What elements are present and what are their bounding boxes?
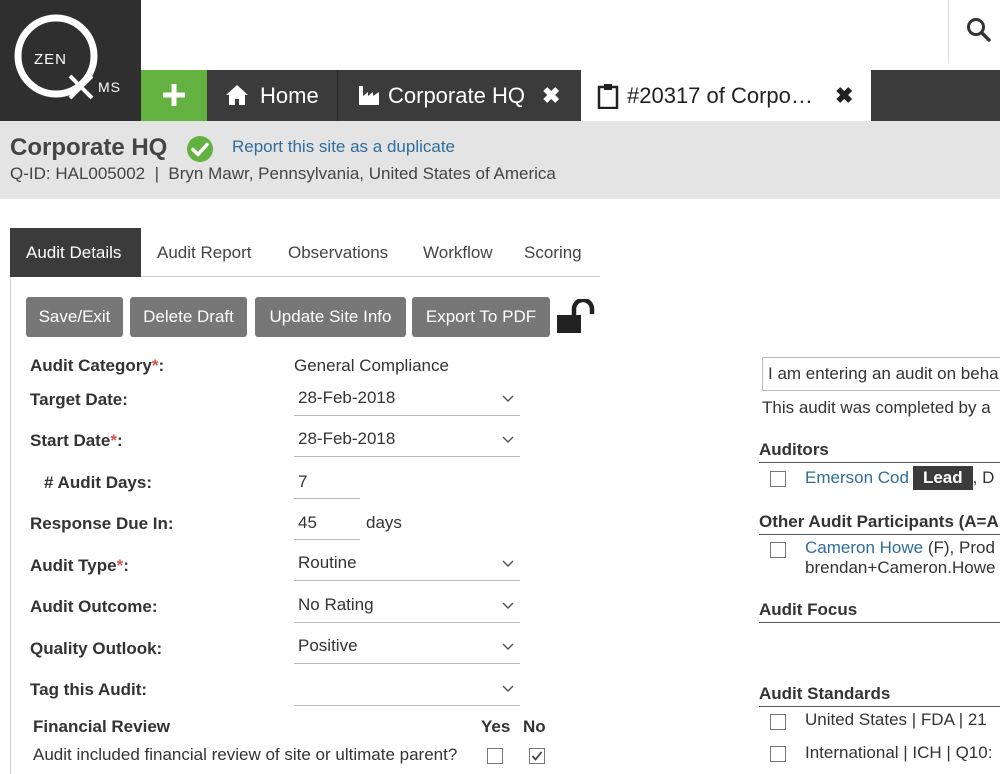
response-due-label: Response Due In: (30, 514, 174, 533)
verified-check-icon (187, 136, 213, 162)
chevron-down-icon (502, 602, 514, 610)
financial-yes-checkbox[interactable] (487, 748, 503, 764)
auditor-row: Emerson Cod Lead, D (805, 466, 994, 490)
add-tab-button[interactable] (141, 70, 207, 121)
target-date-picker[interactable]: 28-Feb-2018 (294, 382, 520, 416)
audit-category-label: Audit Category*: (30, 356, 165, 375)
behalf-select[interactable]: I am entering an audit on beha (762, 357, 1000, 391)
start-date-label: Start Date*: (30, 431, 123, 450)
target-date-label: Target Date: (30, 390, 128, 409)
delete-draft-button[interactable]: Delete Draft (130, 297, 247, 337)
top-bar: ZEN MS Home Corporate HQ ✖ #20317 of Cor… (0, 0, 1000, 121)
standard-checkbox[interactable] (770, 714, 786, 730)
search-icon (967, 18, 991, 42)
plus-icon (163, 84, 185, 106)
close-icon[interactable]: ✖ (835, 70, 853, 121)
participant-email: brendan+Cameron.Howe (805, 558, 996, 577)
page-title: Corporate HQ (10, 134, 168, 161)
audit-details-form: Save/Exit Delete Draft Update Site Info … (10, 277, 600, 774)
tab-home-label: Home (260, 83, 319, 108)
audit-standards-heading: Audit Standards (759, 684, 1000, 707)
tab-home[interactable]: Home (207, 70, 337, 121)
logo-text-ms: MS (98, 79, 121, 95)
auditor-link[interactable]: Emerson Cod (805, 468, 909, 487)
participant-checkbox[interactable] (770, 542, 786, 558)
tab-audit-report[interactable]: Audit Report (157, 228, 252, 277)
tab-audit-20317[interactable]: #20317 of Corpo… ✖ (581, 70, 871, 121)
tab-audit-label: #20317 of Corpo… (627, 83, 813, 108)
report-duplicate-link[interactable]: Report this site as a duplicate (232, 137, 455, 157)
quality-outlook-label: Quality Outlook: (30, 639, 163, 658)
unlocked-icon[interactable] (556, 299, 598, 335)
clipboard-icon (597, 84, 619, 109)
chevron-down-icon (502, 685, 514, 693)
start-date-picker[interactable]: 28-Feb-2018 (294, 423, 520, 457)
site-subtitle: Q-ID: HAL005002 | Bryn Mawr, Pennsylvani… (10, 164, 556, 183)
chevron-down-icon (502, 436, 514, 444)
financial-no-checkbox[interactable] (529, 748, 545, 764)
logo-text-zen: ZEN (34, 51, 67, 68)
tag-audit-label: Tag this Audit: (30, 680, 148, 699)
quality-outlook-select[interactable]: Positive (294, 630, 520, 664)
update-site-info-button[interactable]: Update Site Info (255, 297, 406, 337)
save-exit-button[interactable]: Save/Exit (26, 297, 123, 337)
audit-type-select[interactable]: Routine (294, 547, 520, 581)
audit-type-label: Audit Type*: (30, 556, 129, 575)
auditors-heading: Auditors (759, 440, 1000, 463)
tab-corporate-hq[interactable]: Corporate HQ ✖ (337, 70, 578, 121)
standard-item: International | ICH | Q10: (805, 743, 993, 762)
audit-outcome-select[interactable]: No Rating (294, 589, 520, 623)
site-header: Corporate HQ Report this site as a dupli… (0, 121, 1000, 199)
response-due-input[interactable]: 45 (294, 506, 360, 540)
audit-nav-tabs: Audit Details Audit Report Observations … (10, 228, 600, 277)
chevron-down-icon (502, 560, 514, 568)
financial-review-question: Audit included financial review of site … (33, 745, 458, 764)
tab-workflow[interactable]: Workflow (423, 228, 493, 277)
home-icon (226, 85, 248, 105)
tab-scoring[interactable]: Scoring (524, 228, 582, 277)
financial-yes-header: Yes (481, 717, 511, 736)
tab-audit-details[interactable]: Audit Details (10, 228, 141, 277)
auditor-checkbox[interactable] (770, 471, 786, 487)
response-due-unit: days (366, 513, 402, 532)
financial-no-header: No (523, 717, 546, 736)
audit-focus-heading: Audit Focus (759, 600, 1000, 623)
audit-sidebar-panel: I am entering an audit on beha This audi… (759, 357, 1000, 774)
tab-observations[interactable]: Observations (288, 228, 388, 277)
zenqms-logo[interactable]: ZEN MS (0, 0, 141, 121)
audit-category-value: General Compliance (294, 356, 449, 375)
search-button[interactable] (948, 0, 1000, 63)
lead-badge: Lead (912, 466, 973, 490)
participant-row: Cameron Howe (F), Prod (805, 538, 995, 557)
standard-item: United States | FDA | 21 (805, 710, 987, 729)
chevron-down-icon (502, 643, 514, 651)
factory-icon (359, 86, 379, 105)
audit-days-input[interactable]: 7 (294, 465, 360, 499)
audit-days-label: # Audit Days: (44, 473, 153, 492)
financial-review-heading: Financial Review (33, 717, 170, 736)
tab-corporate-hq-label: Corporate HQ (388, 83, 525, 108)
audit-outcome-label: Audit Outcome: (30, 597, 158, 616)
completed-by-text: This audit was completed by a (762, 398, 991, 417)
standard-checkbox[interactable] (770, 746, 786, 762)
tag-audit-select[interactable] (294, 672, 520, 706)
workspace-tab-strip: Home Corporate HQ ✖ #20317 of Corpo… ✖ (141, 70, 1000, 121)
close-icon[interactable]: ✖ (542, 70, 560, 121)
export-pdf-button[interactable]: Export To PDF (412, 297, 550, 337)
checkmark-icon (531, 751, 543, 761)
chevron-down-icon (502, 395, 514, 403)
participants-heading: Other Audit Participants (A=A (759, 512, 1000, 535)
participant-link[interactable]: Cameron Howe (805, 538, 923, 557)
